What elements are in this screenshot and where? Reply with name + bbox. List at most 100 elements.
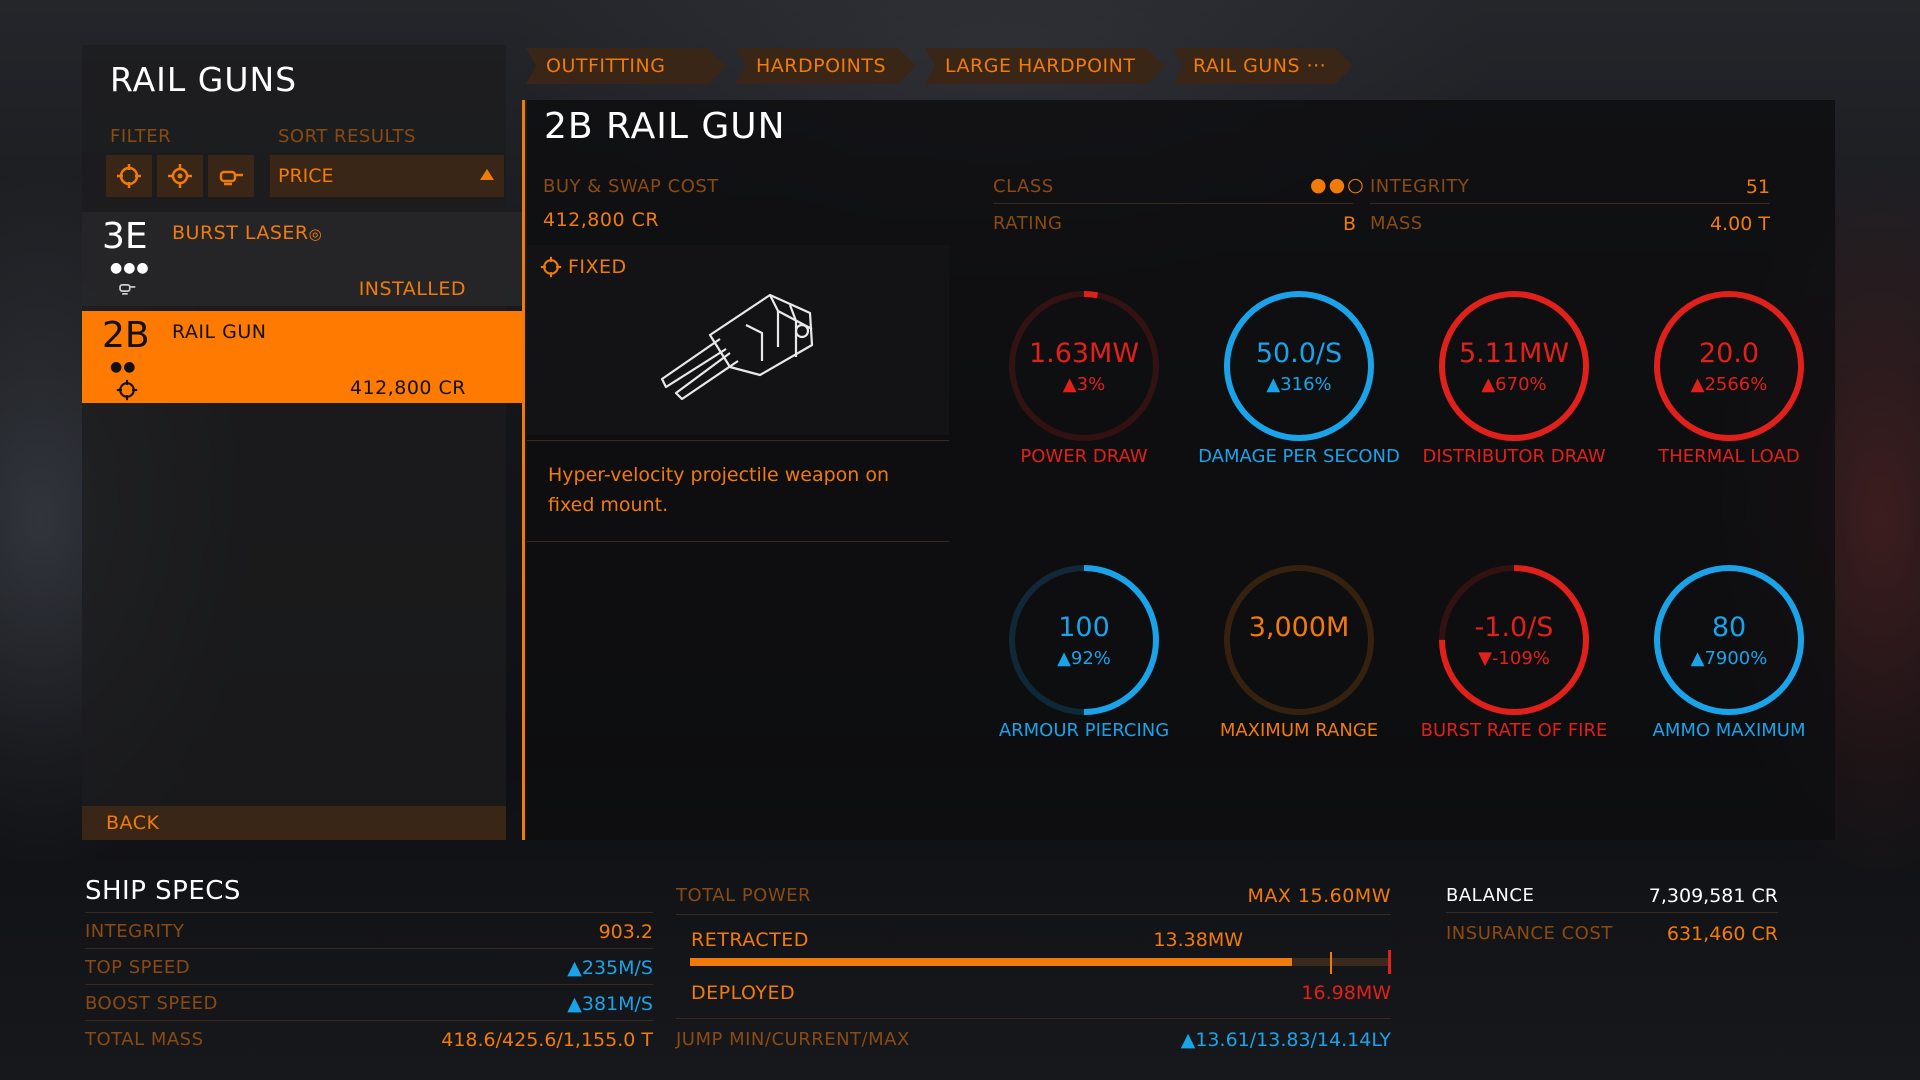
filter-gimballed-button[interactable] — [157, 155, 203, 197]
buy-swap-cost-value: 412,800 CR — [543, 209, 660, 231]
row-divider — [676, 914, 1391, 915]
integrity-label: INTEGRITY — [1370, 176, 1470, 197]
gauge-value: 80 — [1711, 612, 1747, 643]
module-description: Hyper-velocity projectile weapon on fixe… — [548, 464, 890, 516]
row-divider — [1370, 203, 1770, 204]
turret-mount-icon — [116, 280, 138, 302]
gauge-value: 100 — [1058, 612, 1110, 643]
category-title: RAIL GUNS — [110, 60, 298, 99]
row-divider — [1446, 912, 1778, 913]
mount-type: FIXED — [540, 256, 627, 278]
row-divider — [993, 203, 1353, 204]
gauge-damage-per-second: 50.0/S ▲316% DAMAGE PER SECOND — [1198, 286, 1400, 467]
module-title: 2B RAIL GUN — [544, 106, 786, 147]
jump-range-value: ▲13.61/13.83/14.14LY — [1180, 1029, 1391, 1051]
insurance-cost-value: 631,460 CR — [1666, 923, 1778, 945]
breadcrumb-outfitting[interactable]: OUTFITTING — [526, 48, 726, 84]
gauge-label: BURST RATE OF FIRE — [1420, 720, 1608, 741]
gauge-armour-piercing: 100 ▲92% ARMOUR PIERCING — [999, 560, 1169, 741]
installed-status: INSTALLED — [358, 278, 466, 300]
fixed-mount-icon — [116, 379, 138, 405]
retracted-label: RETRACTED — [691, 929, 809, 951]
item-class-dots: ●●● — [110, 260, 150, 276]
mass-value: 4.00 T — [1710, 213, 1770, 235]
rating-value: B — [1342, 213, 1356, 235]
power-bar-fill — [690, 958, 1292, 966]
gauge-value: 3,000M — [1248, 612, 1350, 643]
rail-gun-model-image — [650, 275, 830, 409]
gauge-distributor-draw: 5.11MW ▲670% DISTRIBUTOR DRAW — [1422, 286, 1606, 467]
back-button[interactable]: BACK — [82, 806, 506, 840]
gauge-label: POWER DRAW — [1020, 446, 1148, 467]
fixed-mount-icon — [540, 256, 562, 278]
spec-total-mass-label: TOTAL MASS — [85, 1029, 204, 1050]
ship-specs-title: SHIP SPECS — [85, 876, 241, 906]
fixed-mount-icon — [117, 164, 141, 188]
balance-value: 7,309,581 CR — [1648, 885, 1778, 907]
list-item-burst-laser[interactable]: 3E BURST LASER◎ ●●● INSTALLED — [82, 212, 524, 306]
row-divider — [85, 948, 653, 949]
sort-select-value: PRICE — [278, 165, 334, 187]
mount-type-label: FIXED — [568, 256, 627, 278]
gauge-power-draw: 1.63MW ▲3% POWER DRAW — [1004, 286, 1164, 467]
gauge-delta: ▲2566% — [1690, 374, 1768, 395]
spec-boost-speed-label: BOOST SPEED — [85, 993, 218, 1014]
sort-select[interactable]: PRICE — [270, 155, 504, 197]
item-name: BURST LASER◎ — [172, 222, 323, 244]
list-item-rail-gun[interactable]: 2B RAIL GUN ●● 412,800 CR — [82, 311, 524, 403]
gauge-value: 5.11MW — [1458, 338, 1570, 369]
item-rank: 3E — [102, 216, 148, 257]
spec-integrity-value: 903.2 — [598, 921, 653, 943]
panel-divider — [522, 100, 525, 840]
breadcrumb-hardpoints[interactable]: HARDPOINTS — [736, 48, 916, 84]
gauge-delta: ▲316% — [1266, 374, 1332, 395]
jump-range-label: JUMP MIN/CURRENT/MAX — [676, 1029, 910, 1050]
item-name: RAIL GUN — [172, 321, 267, 343]
row-divider — [85, 1020, 653, 1021]
row-divider — [676, 1018, 1391, 1019]
breadcrumb-rail-guns[interactable]: RAIL GUNS ··· — [1173, 48, 1353, 84]
item-class-dots: ●● — [110, 359, 137, 375]
gauge-value: -1.0/S — [1474, 612, 1554, 643]
gauge-maximum-range: 3,000M MAXIMUM RANGE — [1219, 560, 1379, 741]
filter-fixed-button[interactable] — [106, 155, 152, 197]
filter-label: FILTER — [110, 126, 172, 147]
spec-total-mass-value: 418.6/425.6/1,155.0 T — [441, 1029, 653, 1051]
rating-label: RATING — [993, 213, 1063, 234]
gauge-label: MAXIMUM RANGE — [1219, 720, 1379, 741]
gauge-thermal-load: 20.0 ▲2566% THERMAL LOAD — [1649, 286, 1809, 467]
class-label: CLASS — [993, 176, 1054, 197]
spec-integrity-label: INTEGRITY — [85, 921, 185, 942]
integrity-value: 51 — [1745, 176, 1770, 198]
gauge-value: 1.63MW — [1028, 338, 1140, 369]
gauge-label: THERMAL LOAD — [1658, 446, 1800, 467]
gauge-delta: ▲670% — [1481, 374, 1547, 395]
deployed-label: DEPLOYED — [691, 982, 796, 1004]
item-price: 412,800 CR — [349, 377, 466, 399]
gauge-value: 50.0/S — [1255, 338, 1343, 369]
class-value: ●●○ — [1310, 174, 1366, 196]
gauge-label: ARMOUR PIERCING — [998, 720, 1170, 741]
gauge-delta: ▲7900% — [1690, 648, 1768, 669]
breadcrumb-large-hardpoint[interactable]: LARGE HARDPOINT — [925, 48, 1165, 84]
mass-label: MASS — [1370, 213, 1423, 234]
filter-turret-button[interactable] — [208, 155, 254, 197]
turret-mount-icon — [219, 170, 243, 186]
sort-ascending-icon — [480, 169, 494, 180]
gauge-delta: ▲3% — [1062, 374, 1106, 395]
spec-top-speed-value: ▲235M/S — [567, 957, 653, 979]
row-divider — [85, 984, 653, 985]
row-divider — [85, 912, 653, 913]
gauge-label: AMMO MAXIMUM — [1652, 720, 1806, 741]
gauge-label: DISTRIBUTOR DRAW — [1422, 446, 1606, 467]
total-power-label: TOTAL POWER — [676, 885, 812, 906]
sort-results-label: SORT RESULTS — [278, 126, 416, 147]
power-max-marker — [1388, 950, 1391, 974]
item-rank: 2B — [102, 315, 150, 356]
spec-top-speed-label: TOP SPEED — [85, 957, 191, 978]
buy-swap-cost-label: BUY & SWAP COST — [543, 176, 719, 197]
retracted-value: 13.38MW — [1153, 929, 1243, 951]
gauge-delta: ▼-109% — [1478, 648, 1550, 669]
gauge-delta: ▲92% — [1057, 648, 1111, 669]
max-power-value: MAX 15.60MW — [1247, 885, 1391, 907]
